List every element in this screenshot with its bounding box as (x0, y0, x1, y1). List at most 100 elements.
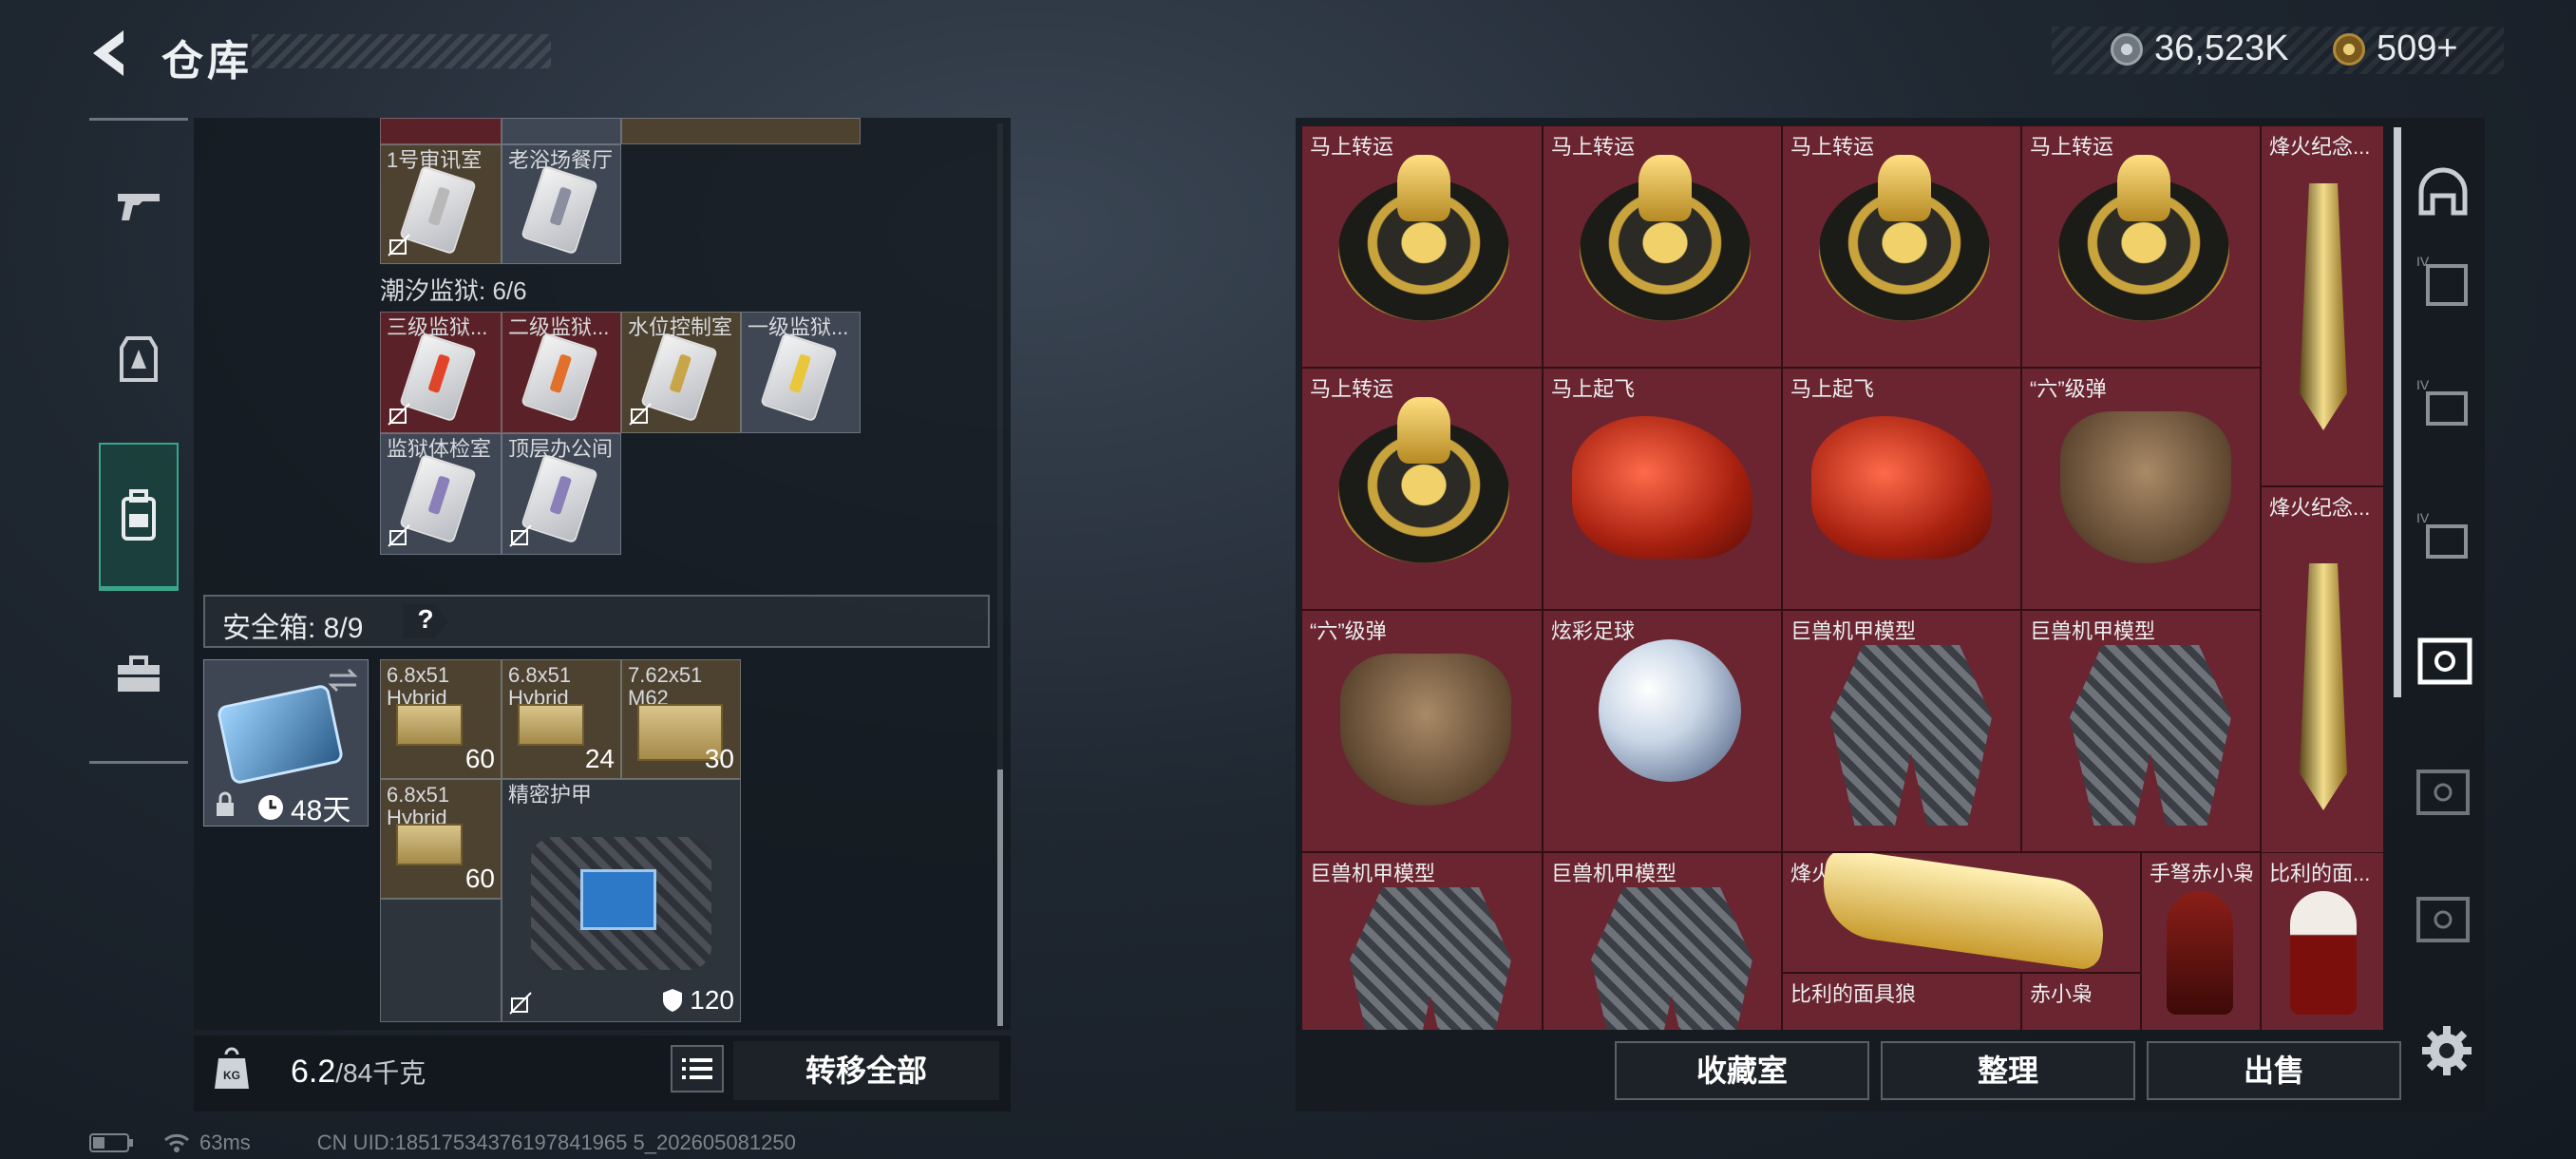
vest-icon (120, 336, 158, 382)
collection-item[interactable]: 烽火纪念... (2261, 125, 2384, 486)
safebox-duration: 48天 (256, 787, 350, 828)
svg-text:IV: IV (2416, 377, 2430, 392)
keycard-cell[interactable]: 监狱体检室 (380, 433, 502, 555)
collection-item[interactable]: 比利的面具狼 (1782, 973, 2021, 1030)
collection-item[interactable]: 比利的面... (2261, 852, 2384, 1030)
item-label: 烽火纪念... (2269, 135, 2371, 159)
helmet-icon (2418, 167, 2468, 216)
item-label: 精密护甲 (508, 783, 593, 807)
toolbox-icon (118, 656, 160, 692)
item-quantity: 24 (584, 744, 615, 773)
collection-item[interactable]: 马上起飞 (1782, 368, 2021, 610)
item-label: 6.8x51 Hybrid (508, 663, 572, 710)
collection-item[interactable]: 手弩赤小枭 (2141, 852, 2261, 1030)
item-label: 比利的面具狼 (1790, 982, 1917, 1006)
list-view-button[interactable] (671, 1045, 724, 1092)
collection-item[interactable]: “六”级弹 (2021, 368, 2261, 610)
keycard-cell[interactable]: 顶层办公间 (502, 433, 621, 555)
nav-tools[interactable] (99, 618, 179, 732)
ammo-cell[interactable]: 6.8x51 Hybrid 60 (380, 779, 502, 899)
item-cell[interactable] (380, 118, 502, 144)
category-tab-helmet[interactable] (2411, 160, 2475, 224)
swap-icon[interactable] (326, 666, 360, 694)
hand-sculpture-icon (1340, 654, 1511, 806)
organize-button[interactable]: 整理 (1881, 1041, 2135, 1100)
collection-item[interactable]: 马上转运 (1301, 368, 1543, 610)
keycard-cell[interactable]: 二级监狱... (502, 312, 621, 433)
collection-scrollbar-thumb[interactable] (2394, 127, 2401, 697)
item-label: 7.62x51 M62 (628, 663, 703, 710)
nav-weapons[interactable] (99, 148, 179, 262)
ammo-cell[interactable]: 7.62x51 M62 30 (621, 659, 741, 779)
armor-cell[interactable]: 精密护甲 120 (502, 779, 741, 1022)
collection-item[interactable]: 巨兽机甲模型 (1301, 852, 1543, 1030)
gun-icon (118, 194, 160, 220)
ammo-box-icon (396, 704, 463, 746)
item-label: “六”级弹 (1310, 619, 1387, 643)
untradeable-icon (509, 524, 532, 547)
keycard-cell[interactable]: 三级监狱... (380, 312, 502, 433)
keycard-cell[interactable]: 一级监狱... (741, 312, 861, 433)
sell-button[interactable]: 出售 (2147, 1041, 2401, 1100)
collection-item[interactable]: 巨兽机甲模型 (2021, 610, 2261, 852)
item-label: 监狱体检室 (387, 437, 492, 461)
ammo-cell[interactable]: 6.8x51 Hybrid 60 (380, 659, 502, 779)
trophy-icon (2300, 183, 2347, 430)
stash-scrollbar-thumb[interactable] (997, 770, 1003, 1026)
item-label: 巨兽机甲模型 (1790, 619, 1917, 643)
collection-item[interactable]: 巨兽机甲模型 (1782, 610, 2021, 852)
safebox-icon (216, 683, 345, 786)
keycard-cell[interactable]: 水位控制室 (621, 312, 741, 433)
item-label: 炫彩足球 (1551, 619, 1636, 643)
clock-icon (258, 795, 283, 820)
safebox-days: 48天 (291, 795, 351, 826)
item-label: 一级监狱... (748, 315, 849, 339)
untradeable-icon (388, 234, 410, 256)
trophy-icon (2300, 563, 2347, 810)
item-label: 马上转运 (1551, 135, 1636, 159)
untradeable-icon (388, 524, 410, 547)
back-button[interactable] (85, 27, 133, 80)
empty-slot[interactable] (380, 899, 502, 1022)
collection-item[interactable]: 巨兽机甲模型 (1543, 852, 1782, 1030)
item-cell[interactable] (621, 118, 861, 144)
untradeable-icon (629, 403, 652, 426)
page-title: 仓库 (161, 38, 253, 85)
gold-currency[interactable]: 509+ (2333, 28, 2458, 69)
ping-value: 63ms (199, 1130, 251, 1154)
category-tab-iv-case[interactable]: IV (2411, 370, 2475, 435)
keycard-cell[interactable]: 老浴场餐厅 (502, 144, 621, 264)
item-cell[interactable] (502, 118, 621, 144)
keycard-cell[interactable]: 1号审讯室 (380, 144, 502, 264)
title-decoration (252, 34, 551, 68)
collection-item[interactable]: 赤小枭 (2021, 973, 2141, 1030)
misc-icon (2416, 897, 2470, 942)
category-tab-iv-box[interactable]: IV (2411, 504, 2475, 568)
silver-currency[interactable]: 36,523K (2111, 28, 2289, 69)
collection-item[interactable]: 烽火纪念奖杯 (1782, 852, 2141, 973)
collection-item[interactable]: 马上转运 (1782, 125, 2021, 368)
mech-model-icon (2070, 645, 2231, 826)
ammo-cell[interactable]: 6.8x51 Hybrid 24 (502, 659, 621, 779)
nav-storage[interactable] (99, 443, 179, 591)
gear-icon[interactable] (2418, 1022, 2475, 1079)
collection-item[interactable]: 炫彩足球 (1543, 610, 1782, 852)
transfer-all-button[interactable]: 转移全部 (733, 1041, 999, 1100)
collection-room-button[interactable]: 收藏室 (1615, 1041, 1869, 1100)
collectible-icon (2417, 637, 2472, 685)
box-tier-icon: IV (2416, 510, 2468, 559)
collection-item[interactable]: 马上起飞 (1543, 368, 1782, 610)
item-label: 6.8x51 Hybrid (387, 663, 450, 710)
weight-capacity: /84千克 (335, 1058, 426, 1088)
collection-item[interactable]: 马上转运 (2021, 125, 2261, 368)
collection-item[interactable]: 马上转运 (1301, 125, 1543, 368)
category-tab-collectibles[interactable] (2411, 629, 2475, 694)
category-tab-iv-armor[interactable]: IV (2411, 247, 2475, 312)
category-tab-misc-1[interactable] (2411, 760, 2475, 825)
collection-item[interactable]: 马上转运 (1543, 125, 1782, 368)
untradeable-icon (388, 403, 410, 426)
durability: 120 (661, 985, 734, 1016)
nav-equipment[interactable] (99, 302, 179, 416)
collection-item[interactable]: “六”级弹 (1301, 610, 1543, 852)
category-tab-misc-2[interactable] (2411, 887, 2475, 952)
